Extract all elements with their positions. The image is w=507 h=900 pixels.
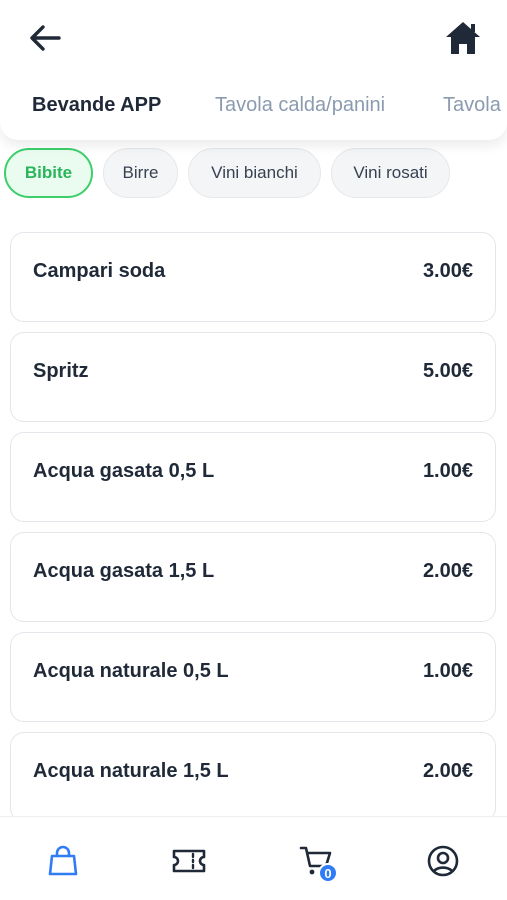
chip-bibite[interactable]: Bibite (4, 148, 93, 198)
item-name: Acqua gasata 1,5 L (33, 560, 215, 582)
item-name: Acqua naturale 1,5 L (33, 760, 229, 782)
item-name: Spritz (33, 360, 89, 382)
item-name: Acqua gasata 0,5 L (33, 460, 215, 482)
nav-cart-button[interactable]: 0 (294, 839, 338, 883)
list-item[interactable]: Acqua naturale 1,5 L 2.00€ (10, 732, 496, 822)
chip-label: Vini bianchi (211, 163, 298, 182)
user-circle-icon (427, 845, 459, 877)
chip-birre[interactable]: Birre (103, 148, 178, 198)
chip-label: Vini rosati (353, 163, 428, 182)
list-item[interactable]: Campari soda 3.00€ (10, 232, 496, 322)
list-item[interactable]: Acqua gasata 0,5 L 1.00€ (10, 432, 496, 522)
item-price: 2.00€ (422, 760, 473, 782)
nav-shop-button[interactable] (41, 839, 85, 883)
cart-count-badge: 0 (318, 863, 338, 883)
top-header: Bevande APP Tavola calda/panini Tavola (0, 0, 507, 140)
item-name: Acqua naturale 0,5 L (33, 660, 229, 682)
tab-tavola[interactable]: Tavola (443, 94, 501, 117)
list-item[interactable]: Acqua naturale 0,5 L 1.00€ (10, 632, 496, 722)
category-tabs: Bevande APP Tavola calda/panini Tavola (0, 84, 507, 128)
chip-vini-bianchi[interactable]: Vini bianchi (188, 148, 321, 198)
item-name: Campari soda (33, 260, 166, 282)
back-button[interactable] (26, 20, 64, 56)
chip-label: Bibite (24, 163, 73, 182)
chip-label: Birre (122, 163, 159, 182)
home-button[interactable] (442, 18, 484, 58)
item-price: 2.00€ (422, 560, 473, 582)
ticket-icon (172, 849, 206, 873)
item-price: 3.00€ (422, 260, 473, 282)
tab-bevande-app[interactable]: Bevande APP (32, 94, 161, 117)
list-item[interactable]: Acqua gasata 1,5 L 2.00€ (10, 532, 496, 622)
nav-profile-button[interactable] (421, 839, 465, 883)
item-price: 1.00€ (422, 660, 473, 682)
item-price: 1.00€ (422, 460, 473, 482)
subcategory-chips: Bibite Birre Vini bianchi Vini rosati (0, 146, 507, 200)
arrow-left-icon (30, 25, 61, 51)
shopping-bag-icon (48, 845, 78, 876)
tab-tavola-calda-panini[interactable]: Tavola calda/panini (215, 94, 385, 117)
bottom-navigation: 0 (0, 816, 507, 900)
home-icon (446, 22, 480, 54)
nav-tickets-button[interactable] (167, 839, 211, 883)
list-item[interactable]: Spritz 5.00€ (10, 332, 496, 422)
chip-vini-rosati[interactable]: Vini rosati (331, 148, 450, 198)
item-price: 5.00€ (422, 360, 473, 382)
